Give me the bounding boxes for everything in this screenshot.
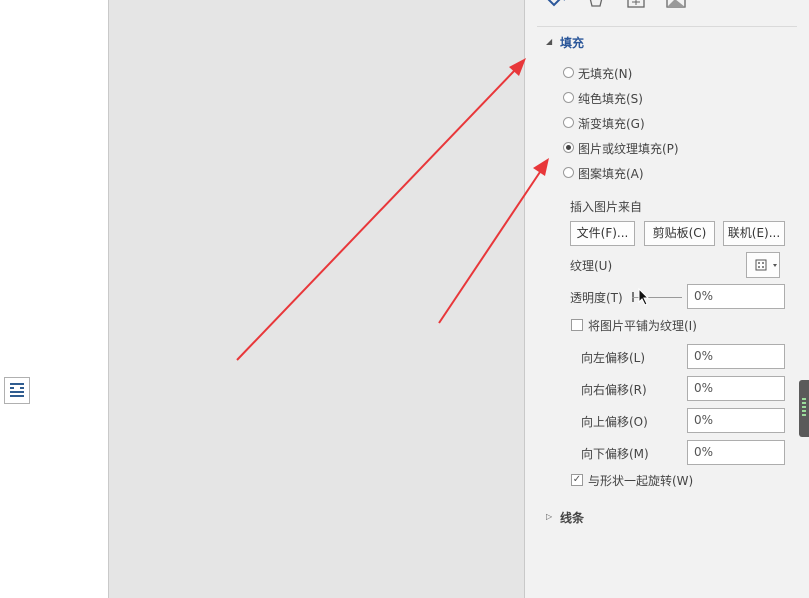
- collapse-fill-icon[interactable]: ◢: [546, 37, 552, 46]
- document-left-margin: [0, 0, 109, 598]
- fill-line-icon[interactable]: [545, 0, 567, 8]
- radio-picture-texture-fill-label[interactable]: 图片或纹理填充(P): [578, 140, 679, 157]
- radio-gradient-fill[interactable]: [563, 117, 574, 128]
- radio-solid-fill[interactable]: [563, 92, 574, 103]
- offset-top-input[interactable]: 0%: [687, 408, 785, 433]
- radio-pattern-fill-label[interactable]: 图案填充(A): [578, 165, 644, 182]
- radio-gradient-fill-label[interactable]: 渐变填充(G): [578, 115, 645, 132]
- offset-right-input[interactable]: 0%: [687, 376, 785, 401]
- offset-left-input[interactable]: 0%: [687, 344, 785, 369]
- document-canvas: [109, 0, 524, 598]
- clipboard-button[interactable]: 剪贴板(C): [644, 221, 715, 246]
- radio-solid-fill-label[interactable]: 纯色填充(S): [578, 90, 643, 107]
- transparency-input[interactable]: 0%: [687, 284, 785, 309]
- offset-bottom-input[interactable]: 0%: [687, 440, 785, 465]
- mouse-cursor-icon: [638, 288, 650, 306]
- file-button[interactable]: 文件(F)...: [570, 221, 635, 246]
- tile-checkbox[interactable]: [571, 319, 583, 331]
- offset-top-label: 向上偏移(O): [581, 415, 648, 429]
- texture-label: 纹理(U): [570, 259, 613, 273]
- offset-bottom-label: 向下偏移(M): [581, 447, 649, 461]
- line-section-header[interactable]: 线条: [560, 509, 584, 526]
- offset-right-label: 向右偏移(R): [581, 383, 647, 397]
- effects-icon[interactable]: [585, 0, 607, 8]
- transparency-label: 透明度(T): [570, 291, 623, 305]
- format-picture-pane: ◢ 填充 无填充(N) 纯色填充(S) 渐变填充(G) 图片或纹理填充(P) 图…: [524, 0, 809, 598]
- tab-divider: [537, 26, 797, 27]
- rotate-with-shape-checkbox[interactable]: ✓: [571, 474, 583, 486]
- radio-pattern-fill[interactable]: [563, 167, 574, 178]
- online-button[interactable]: 联机(E)...: [723, 221, 785, 246]
- tile-checkbox-label[interactable]: 将图片平铺为纹理(I): [588, 317, 697, 334]
- size-properties-icon[interactable]: [625, 0, 647, 8]
- text-wrap-layout-icon[interactable]: [4, 377, 30, 404]
- radio-picture-texture-fill[interactable]: [563, 142, 574, 153]
- side-scroll-widget[interactable]: [799, 380, 809, 437]
- radio-no-fill-label[interactable]: 无填充(N): [578, 65, 632, 82]
- texture-dropdown[interactable]: [746, 252, 780, 278]
- fill-section-header[interactable]: 填充: [560, 34, 584, 51]
- insert-picture-from-label: 插入图片来自: [570, 200, 643, 214]
- picture-icon[interactable]: [665, 0, 687, 8]
- texture-icon: [755, 259, 777, 271]
- radio-no-fill[interactable]: [563, 67, 574, 78]
- offset-left-label: 向左偏移(L): [581, 351, 646, 365]
- expand-line-icon[interactable]: ▷: [546, 512, 552, 521]
- rotate-with-shape-label[interactable]: 与形状一起旋转(W): [588, 472, 693, 489]
